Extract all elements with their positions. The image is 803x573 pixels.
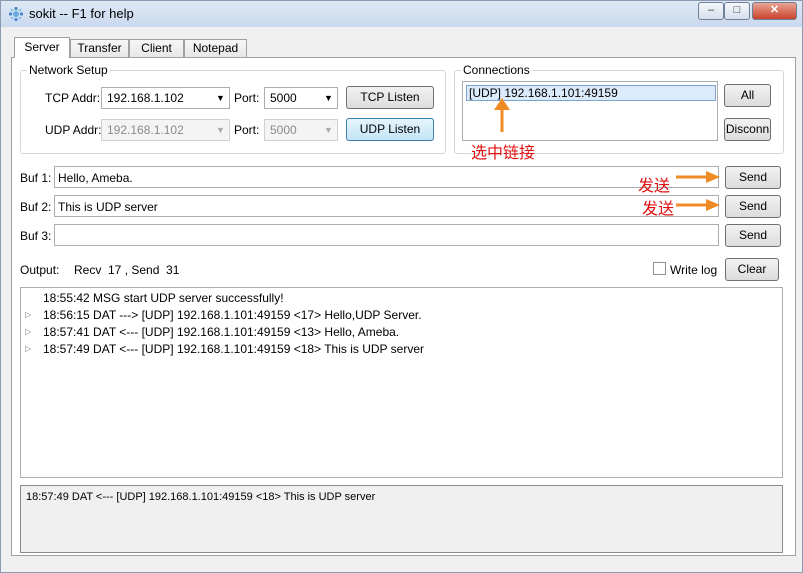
network-setup-title: Network Setup — [27, 63, 110, 77]
log-text: 18:55:42 MSG start UDP server successful… — [43, 291, 284, 305]
server-panel: Network Setup TCP Addr: 192.168.1.102 ▼ … — [11, 57, 796, 556]
detail-text-area[interactable]: 18:57:49 DAT <--- [UDP] 192.168.1.101:49… — [20, 485, 783, 553]
udp-addr-label: UDP Addr: — [45, 123, 102, 137]
tcp-port-combo[interactable]: 5000 ▼ — [264, 87, 338, 109]
up-arrow-annotation-icon — [494, 98, 510, 132]
buf1-label: Buf 1: — [20, 171, 52, 185]
tab-server[interactable]: Server — [14, 37, 70, 58]
write-log-checkbox[interactable] — [653, 262, 666, 275]
chevron-down-icon: ▼ — [216, 93, 225, 103]
tcp-addr-combo[interactable]: 192.168.1.102 ▼ — [101, 87, 230, 109]
chevron-down-icon: ▼ — [324, 125, 333, 135]
buf2-label: Buf 2: — [20, 200, 52, 214]
all-button[interactable]: All — [724, 84, 771, 107]
buf2-send-annotation: 发送 — [642, 199, 675, 218]
title-bar[interactable]: sokit -- F1 for help – □ ✕ — [1, 1, 802, 27]
log-text: 18:57:41 DAT <--- [UDP] 192.168.1.101:49… — [43, 325, 400, 339]
connections-title: Connections — [461, 63, 532, 77]
tcp-listen-button[interactable]: TCP Listen — [346, 86, 434, 109]
log-text: 18:57:49 DAT <--- [UDP] 192.168.1.101:49… — [43, 342, 424, 356]
tab-notepad[interactable]: Notepad — [184, 39, 247, 58]
tab-transfer[interactable]: Transfer — [70, 39, 129, 58]
clear-button[interactable]: Clear — [725, 258, 779, 281]
write-log-label[interactable]: Write log — [670, 263, 717, 277]
udp-addr-value: 192.168.1.102 — [107, 123, 184, 137]
close-button[interactable]: ✕ — [752, 2, 797, 20]
udp-listen-button[interactable]: UDP Listen — [346, 118, 434, 141]
chevron-down-icon: ▼ — [216, 125, 225, 135]
buf3-label: Buf 3: — [20, 229, 52, 243]
select-connection-annotation: 选中链接 — [471, 143, 536, 162]
chevron-down-icon: ▼ — [324, 93, 333, 103]
buf1-input[interactable]: Hello, Ameba. — [54, 166, 719, 188]
expand-triangle-icon[interactable]: ▷ — [25, 327, 31, 336]
sokit-app-icon — [8, 6, 24, 22]
buf2-input[interactable]: This is UDP server — [54, 195, 719, 217]
tcp-addr-value: 192.168.1.102 — [107, 91, 184, 105]
udp-port-combo: 5000 ▼ — [264, 119, 338, 141]
disconn-button[interactable]: Disconn — [724, 118, 771, 141]
expand-triangle-icon[interactable]: ▷ — [25, 344, 31, 353]
network-setup-group: Network Setup TCP Addr: 192.168.1.102 ▼ … — [20, 63, 446, 154]
udp-addr-combo: 192.168.1.102 ▼ — [101, 119, 230, 141]
output-log[interactable]: 18:55:42 MSG start UDP server successful… — [20, 287, 783, 478]
app-window: sokit -- F1 for help – □ ✕ Server Transf… — [0, 0, 803, 573]
output-label: Output: — [20, 263, 60, 277]
expand-triangle-icon[interactable]: ▷ — [25, 310, 31, 319]
window-title: sokit -- F1 for help — [29, 6, 134, 21]
buf3-send-button[interactable]: Send — [725, 224, 781, 247]
tcp-port-label: Port: — [234, 91, 260, 105]
tcp-port-value: 5000 — [270, 91, 297, 105]
right-arrow-annotation-icon — [676, 171, 720, 183]
minimize-button[interactable]: – — [698, 2, 724, 20]
buf1-send-annotation: 发送 — [638, 176, 671, 195]
log-text: 18:56:15 DAT ---> [UDP] 192.168.1.101:49… — [43, 308, 422, 322]
maximize-button[interactable]: □ — [724, 2, 750, 20]
buf3-input[interactable] — [54, 224, 719, 246]
buf1-send-button[interactable]: Send — [725, 166, 781, 189]
udp-port-label: Port: — [234, 123, 260, 137]
output-stats: Recv 17 , Send 31 — [74, 263, 180, 277]
detail-text: 18:57:49 DAT <--- [UDP] 192.168.1.101:49… — [26, 491, 376, 503]
udp-port-value: 5000 — [270, 123, 297, 137]
tab-client[interactable]: Client — [129, 39, 184, 58]
right-arrow-annotation-icon — [676, 199, 720, 211]
buf2-send-button[interactable]: Send — [725, 195, 781, 218]
tcp-addr-label: TCP Addr: — [45, 91, 101, 105]
